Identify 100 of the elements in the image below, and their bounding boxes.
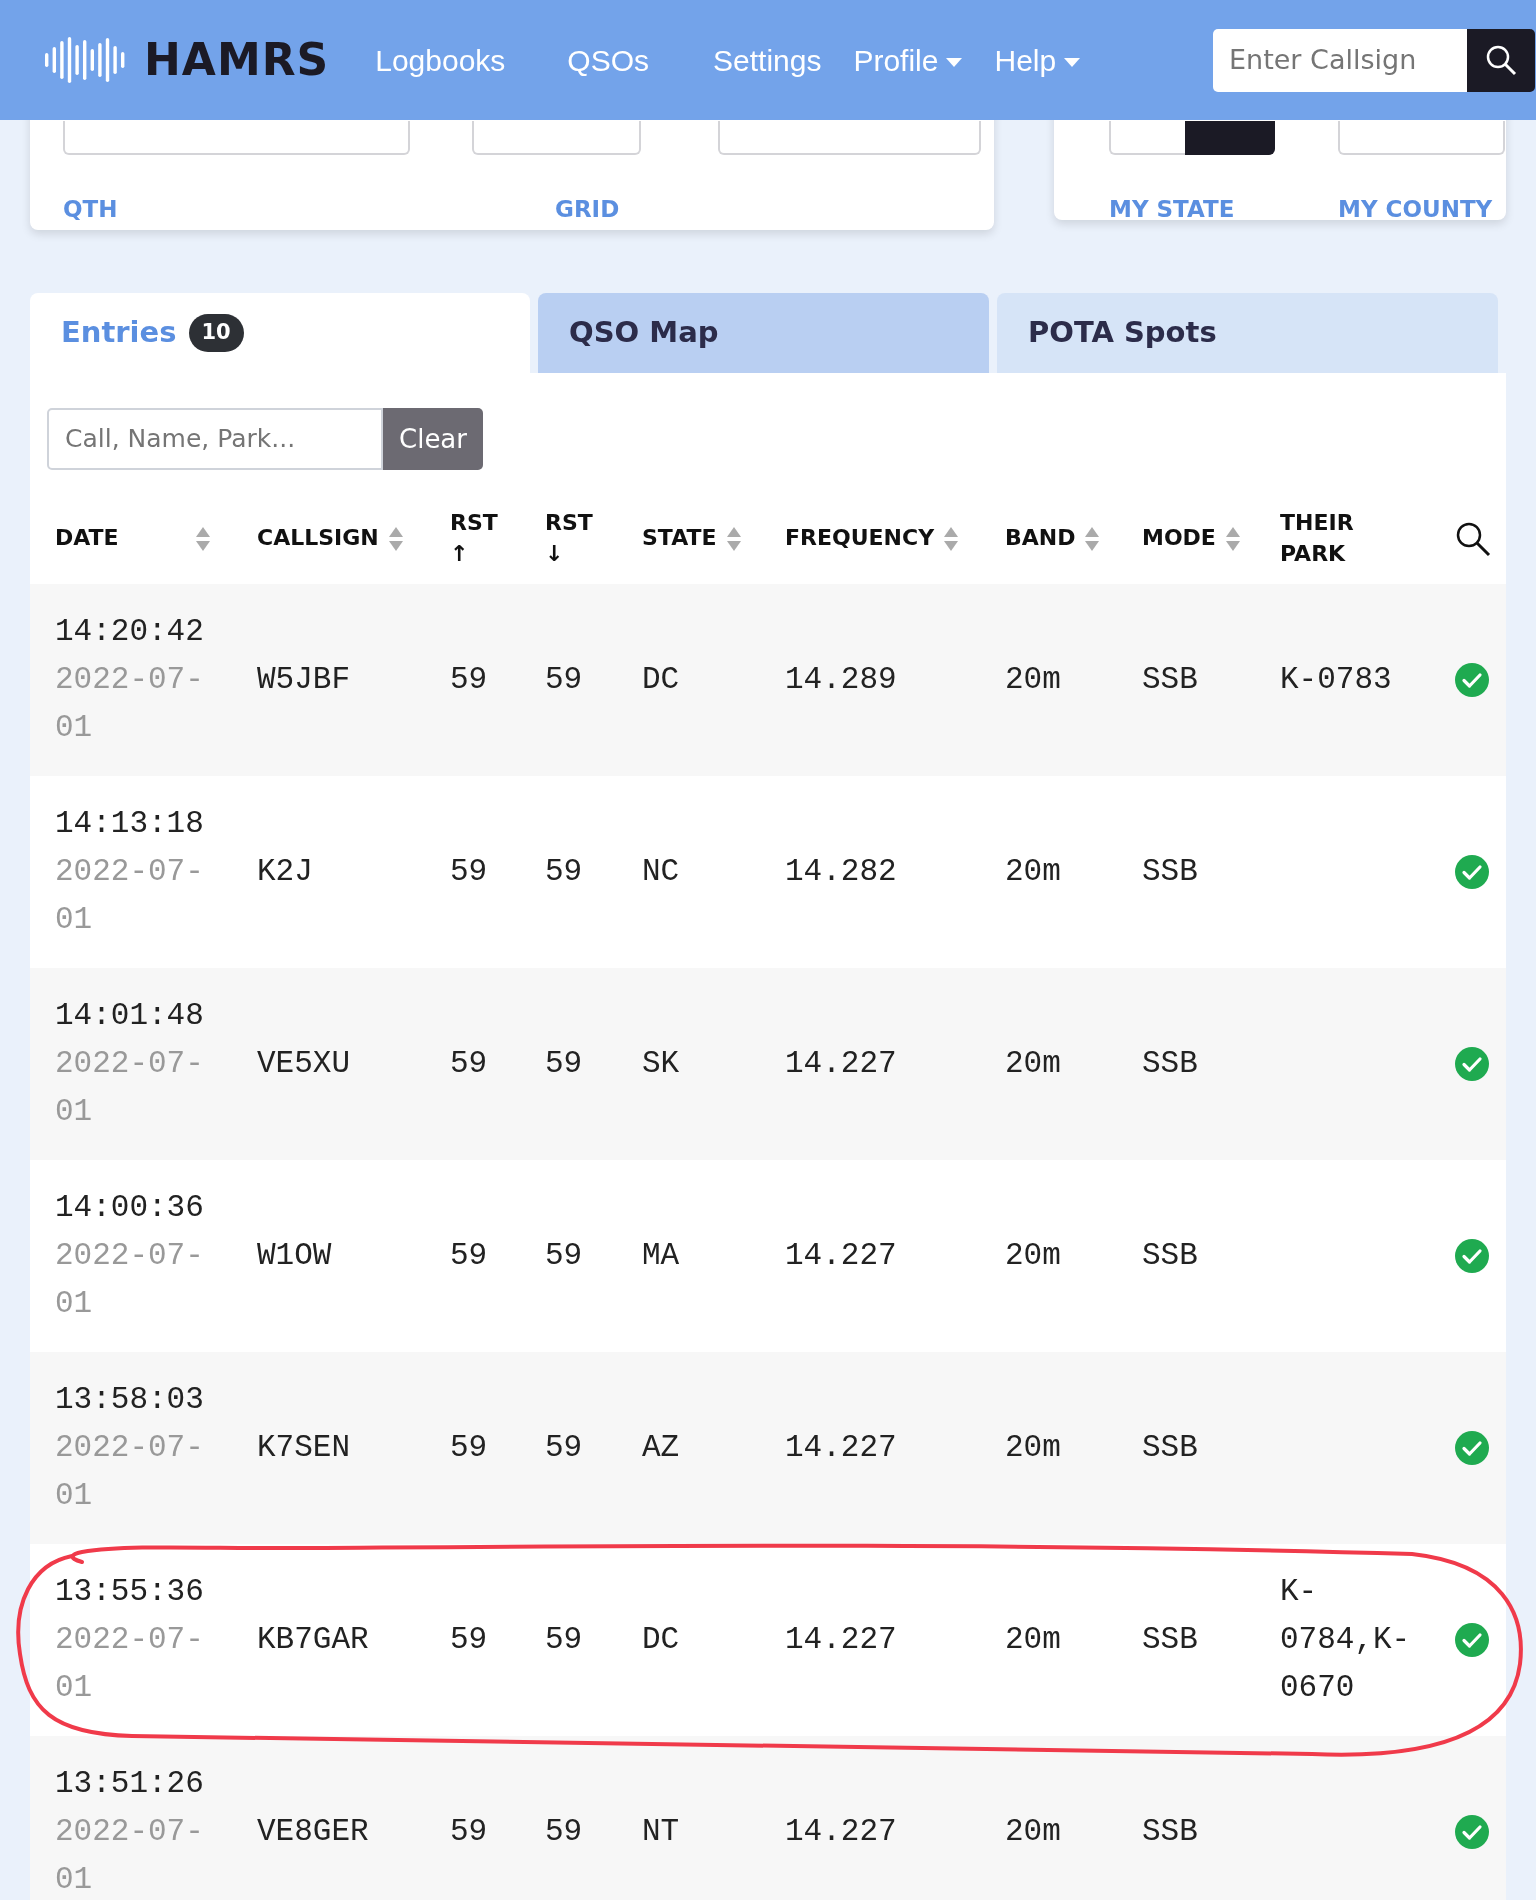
rst-cell: 59: [450, 1813, 488, 1849]
mode-cell: SSB: [1142, 1045, 1198, 1081]
time-text: 14:20:42: [55, 612, 205, 651]
time-text: 14:01:48: [55, 996, 205, 1035]
mode-cell: SSB: [1142, 853, 1198, 889]
state-cell: NC: [642, 853, 680, 889]
brand-logo[interactable]: HAMRS: [144, 27, 330, 93]
rst-cell: 59: [545, 1237, 583, 1273]
band-cell: 20m: [1005, 1045, 1061, 1081]
date-text: 2022-07-01: [55, 852, 205, 939]
frequency-cell: 14.282: [785, 853, 897, 889]
column-header[interactable]: MODE: [1117, 494, 1255, 584]
county-field[interactable]: [1338, 121, 1505, 155]
date-text: 2022-07-01: [55, 660, 205, 747]
state-cell: AZ: [642, 1429, 680, 1465]
column-header[interactable]: DATE: [30, 494, 232, 584]
field-label: QTH: [63, 195, 118, 224]
column-header[interactable]: BAND: [980, 494, 1117, 584]
qth-field[interactable]: [63, 121, 410, 155]
frequency-cell: 14.227: [785, 1813, 897, 1849]
rst-cell: 59: [545, 1813, 583, 1849]
mode-cell: SSB: [1142, 1237, 1198, 1273]
tab[interactable]: Entries 10: [30, 293, 530, 373]
caret-icon: [946, 58, 963, 68]
search-icon: [1485, 44, 1517, 76]
state-field[interactable]: [1109, 121, 1185, 155]
column-header[interactable]: STATE: [617, 494, 760, 584]
time-text: 13:55:36: [55, 1572, 205, 1611]
mode-cell: SSB: [1142, 661, 1198, 697]
rst-cell: 59: [450, 1621, 488, 1657]
rst-cell: 59: [545, 853, 583, 889]
mode-cell: SSB: [1142, 1813, 1198, 1849]
sort-icon[interactable]: [1085, 526, 1100, 551]
date-text: 2022-07-01: [55, 1044, 205, 1131]
callsign-cell: KB7GAR: [257, 1621, 369, 1657]
callsign-cell: VE8GER: [257, 1813, 369, 1849]
count-badge: 10: [188, 314, 244, 352]
filter-input[interactable]: Call, Name, Park...: [47, 408, 383, 470]
field-label: GRID: [555, 195, 620, 224]
search-button[interactable]: [1467, 28, 1535, 92]
frequency-cell: 14.227: [785, 1237, 897, 1273]
rst-cell: 59: [545, 1621, 583, 1657]
time-text: 13:51:26: [55, 1764, 205, 1803]
callsign-cell: VE5XU: [257, 1045, 350, 1081]
band-cell: 20m: [1005, 1429, 1061, 1465]
rst-cell: 59: [450, 1429, 488, 1465]
rst-cell: 59: [450, 661, 488, 697]
date-text: 2022-07-01: [55, 1428, 205, 1515]
caret-icon: [1064, 58, 1081, 68]
rst-cell: 59: [545, 1045, 583, 1081]
time-text: 13:58:03: [55, 1380, 205, 1419]
sort-icon[interactable]: [388, 526, 403, 551]
rst-cell: 59: [450, 853, 488, 889]
column-header[interactable]: CALLSIGN: [232, 494, 425, 584]
search-icon[interactable]: [1455, 520, 1491, 557]
mode-cell: SSB: [1142, 1429, 1198, 1465]
band-cell: 20m: [1005, 661, 1061, 697]
date-text: 2022-07-01: [55, 1620, 205, 1707]
band-cell: 20m: [1005, 853, 1061, 889]
frequency-cell: 14.227: [785, 1621, 897, 1657]
callsign-cell: W1OW: [257, 1237, 332, 1273]
time-text: 14:13:18: [55, 804, 205, 843]
input-field[interactable]: [718, 121, 981, 155]
frequency-cell: 14.227: [785, 1429, 897, 1465]
state-cell: SK: [642, 1045, 680, 1081]
field-label: MY STATE: [1109, 195, 1235, 224]
grid-field[interactable]: [472, 121, 641, 155]
sort-icon[interactable]: [726, 526, 741, 551]
frequency-cell: 14.289: [785, 661, 897, 697]
sort-icon[interactable]: [1225, 526, 1240, 551]
callsign-cell: K2J: [257, 853, 313, 889]
tab[interactable]: POTA Spots: [997, 293, 1498, 373]
column-header[interactable]: FREQUENCY: [760, 494, 980, 584]
callsign-cell: K7SEN: [257, 1429, 350, 1465]
time-text: 14:00:36: [55, 1188, 205, 1227]
column-header[interactable]: RST ↓: [520, 494, 617, 584]
rst-cell: 59: [545, 661, 583, 697]
callsign-cell: W5JBF: [257, 661, 350, 697]
rst-cell: 59: [450, 1045, 488, 1081]
state-cell: DC: [642, 661, 680, 697]
state-cell: NT: [642, 1813, 680, 1849]
column-header[interactable]: RST ↑: [425, 494, 520, 584]
park-cell-text: K-0783: [1280, 660, 1393, 699]
date-text: 2022-07-01: [55, 1236, 205, 1323]
date-text: 2022-07-01: [55, 1812, 205, 1899]
frequency-cell: 14.227: [785, 1045, 897, 1081]
rst-cell: 59: [545, 1429, 583, 1465]
sort-icon[interactable]: [196, 526, 210, 551]
sort-icon[interactable]: [944, 526, 959, 551]
park-cell-text: K-0784,K-0670: [1280, 1572, 1412, 1707]
callsign-input[interactable]: Enter Callsign: [1213, 28, 1467, 92]
column-header[interactable]: THEIR PARK: [1255, 494, 1445, 584]
mode-cell: SSB: [1142, 1621, 1198, 1657]
tab[interactable]: QSO Map: [538, 293, 989, 373]
field-label: MY COUNTY: [1338, 195, 1493, 224]
state-cell: MA: [642, 1237, 680, 1273]
band-cell: 20m: [1005, 1621, 1061, 1657]
clear-button[interactable]: Clear: [383, 408, 483, 470]
band-cell: 20m: [1005, 1237, 1061, 1273]
band-cell: 20m: [1005, 1813, 1061, 1849]
